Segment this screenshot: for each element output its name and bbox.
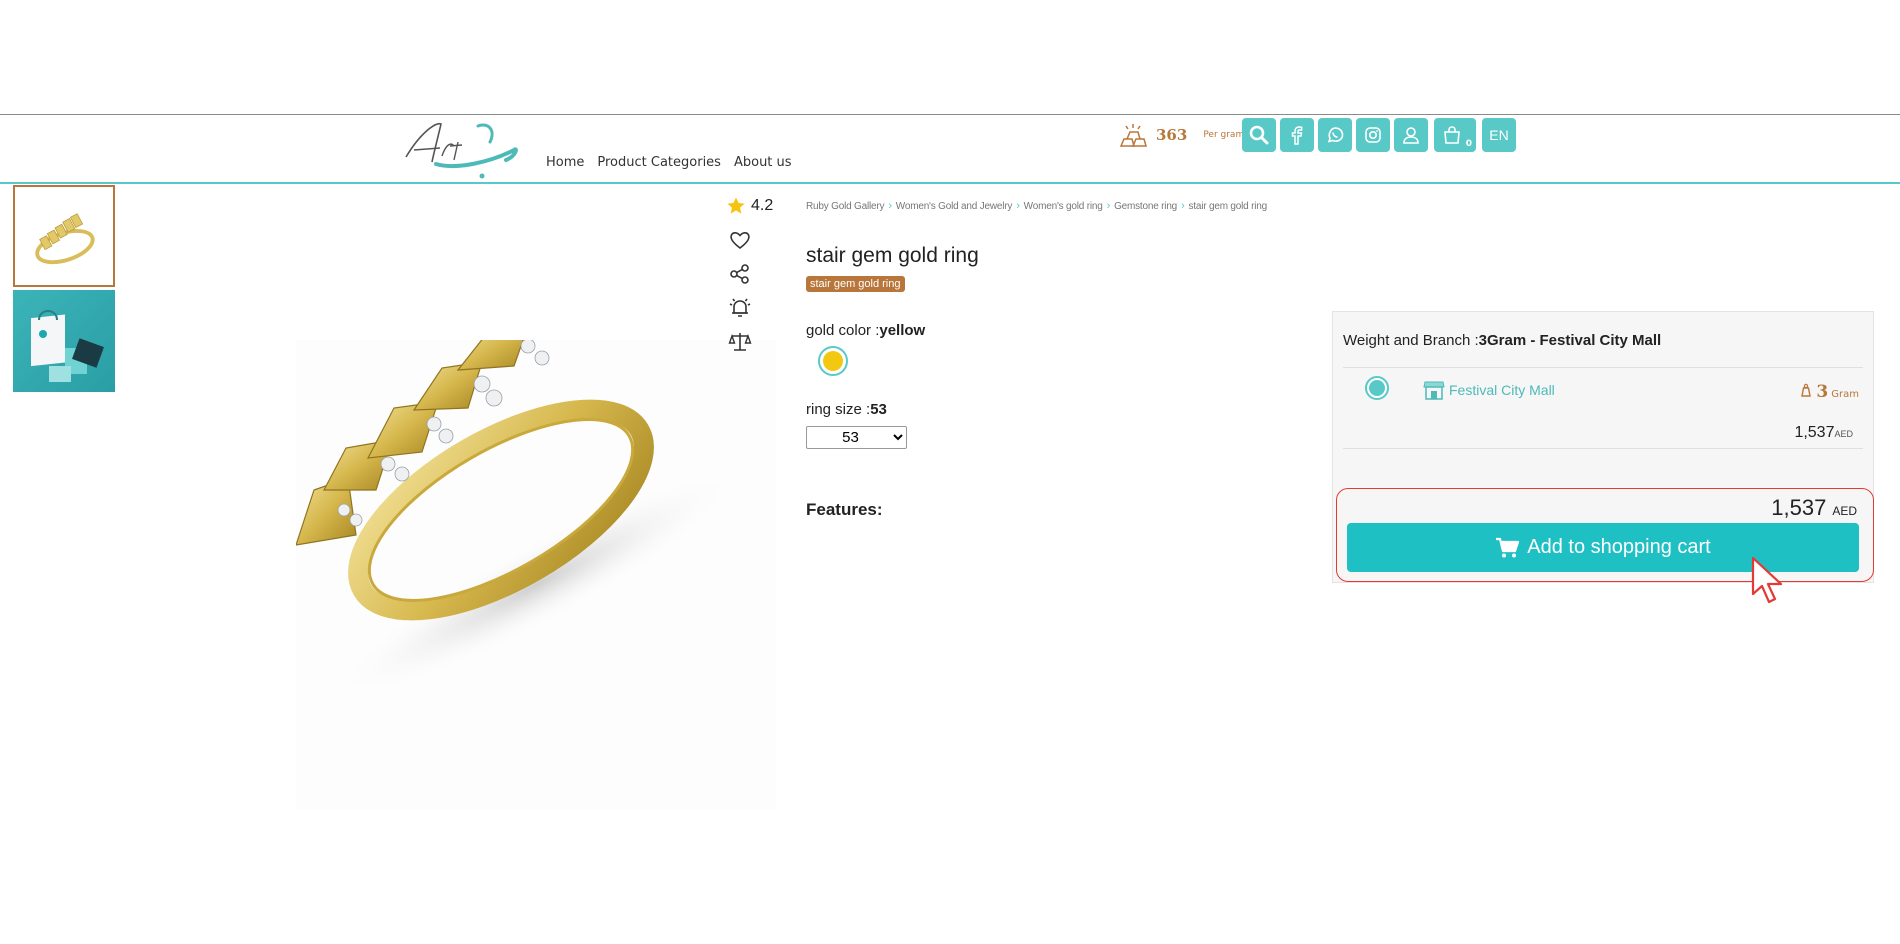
breadcrumb: Ruby Gold Gallery › Women's Gold and Jew… — [806, 200, 1267, 212]
chevron-right-icon: › — [1106, 200, 1111, 212]
thumbnail-ring[interactable] — [13, 185, 115, 287]
total-price: 1,537 AED — [1771, 495, 1857, 521]
branch-price-value: 1,537 — [1794, 424, 1835, 441]
gold-price-widget: 363 Per gram — [1118, 122, 1244, 148]
total-price-value: 1,537 — [1771, 495, 1827, 520]
weight-unit: Gram — [1831, 389, 1859, 400]
thumbnail-packaging[interactable] — [13, 290, 115, 392]
total-price-currency: AED — [1832, 504, 1857, 518]
heart-icon[interactable] — [728, 228, 752, 252]
alarm-bell-icon[interactable] — [728, 296, 752, 320]
gold-color-label: gold color :yellow — [806, 322, 925, 339]
chevron-right-icon: › — [1181, 200, 1185, 212]
account-button[interactable] — [1394, 118, 1428, 152]
weight-icon — [1801, 383, 1812, 397]
color-swatch-yellow[interactable] — [818, 346, 848, 376]
rating: 4.2 — [726, 196, 786, 216]
breadcrumb-item[interactable]: Ruby Gold Gallery — [806, 201, 885, 212]
ring-size-label-text: ring size : — [806, 401, 871, 418]
gold-bars-icon — [1119, 124, 1147, 147]
weight-value: 3 — [1816, 382, 1829, 402]
panel-divider — [1343, 367, 1863, 368]
store-icon — [1423, 381, 1445, 400]
gold-color-label-text: gold color : — [806, 322, 880, 339]
breadcrumb-item[interactable]: Gemstone ring — [1114, 201, 1177, 212]
product-main-image[interactable] — [295, 295, 776, 810]
star-icon — [727, 197, 745, 214]
breadcrumb-item[interactable]: Women's gold ring — [1024, 201, 1103, 212]
gold-color-value: yellow — [879, 322, 926, 339]
branch-price: 1,537AED — [1794, 424, 1853, 442]
top-divider — [0, 114, 1900, 115]
product-actions: 4.2 — [726, 196, 786, 216]
weight-branch-heading: Weight and Branch :3Gram - Festival City… — [1343, 332, 1661, 349]
features-heading: Features: — [806, 500, 883, 519]
instagram-button[interactable] — [1356, 118, 1390, 152]
shopping-bag-icon — [1444, 126, 1460, 144]
instagram-icon — [1365, 127, 1381, 143]
whatsapp-icon — [1327, 127, 1344, 143]
branch-name: Festival City Mall — [1449, 382, 1555, 398]
facebook-button[interactable] — [1280, 118, 1314, 152]
product-tag: stair gem gold ring — [806, 276, 905, 292]
branch-radio[interactable] — [1365, 376, 1389, 400]
gold-price-unit: Per gram — [1203, 130, 1245, 140]
breadcrumb-item[interactable]: Women's Gold and Jewelry — [896, 201, 1013, 212]
whatsapp-button[interactable] — [1318, 118, 1352, 152]
header-divider — [0, 182, 1900, 184]
swatch-dot — [823, 351, 843, 371]
cart-icon — [1496, 537, 1520, 557]
mouse-cursor-icon — [1751, 556, 1783, 604]
breadcrumb-item[interactable]: stair gem gold ring — [1189, 201, 1268, 212]
user-icon — [1403, 127, 1419, 144]
weight-branch-value: 3Gram - Festival City Mall — [1478, 332, 1662, 349]
nav-home[interactable]: Home — [546, 155, 584, 170]
ring-size-select[interactable]: 53 — [806, 426, 907, 449]
gold-price-value: 363 — [1156, 126, 1188, 144]
weight-info: 3 Gram — [1799, 382, 1859, 402]
chevron-right-icon: › — [1016, 200, 1020, 212]
ring-thumbnail-image — [35, 213, 95, 265]
buy-box: 1,537 AED Add to shopping cart — [1336, 488, 1874, 582]
ring-size-value: 53 — [870, 401, 887, 418]
add-to-cart-label: Add to shopping cart — [1527, 536, 1711, 558]
cart-button[interactable]: 0 — [1434, 118, 1476, 152]
search-icon — [1249, 125, 1269, 145]
compare-scale-icon[interactable] — [728, 330, 752, 354]
cart-count-badge: 0 — [1465, 139, 1472, 149]
facebook-icon — [1291, 126, 1303, 145]
branch-price-currency: AED — [1834, 429, 1853, 439]
branch-option[interactable]: Festival City Mall — [1423, 380, 1555, 400]
packaging-thumbnail-image — [31, 310, 104, 382]
rating-value: 4.2 — [751, 197, 774, 214]
radio-selected-dot — [1369, 380, 1385, 396]
share-icon[interactable] — [728, 262, 752, 286]
main-nav: Home Product Categories About us — [546, 155, 792, 170]
product-title: stair gem gold ring — [806, 244, 979, 267]
language-button[interactable]: EN — [1482, 118, 1516, 152]
weight-branch-label: Weight and Branch : — [1343, 332, 1479, 349]
site-logo[interactable] — [396, 112, 522, 182]
chevron-right-icon: › — [888, 200, 892, 212]
nav-product-categories[interactable]: Product Categories — [597, 155, 721, 170]
search-button[interactable] — [1242, 118, 1276, 152]
ring-size-label: ring size :53 — [806, 401, 887, 418]
nav-about-us[interactable]: About us — [734, 155, 792, 170]
ring-image — [295, 295, 740, 699]
panel-divider — [1343, 448, 1863, 449]
